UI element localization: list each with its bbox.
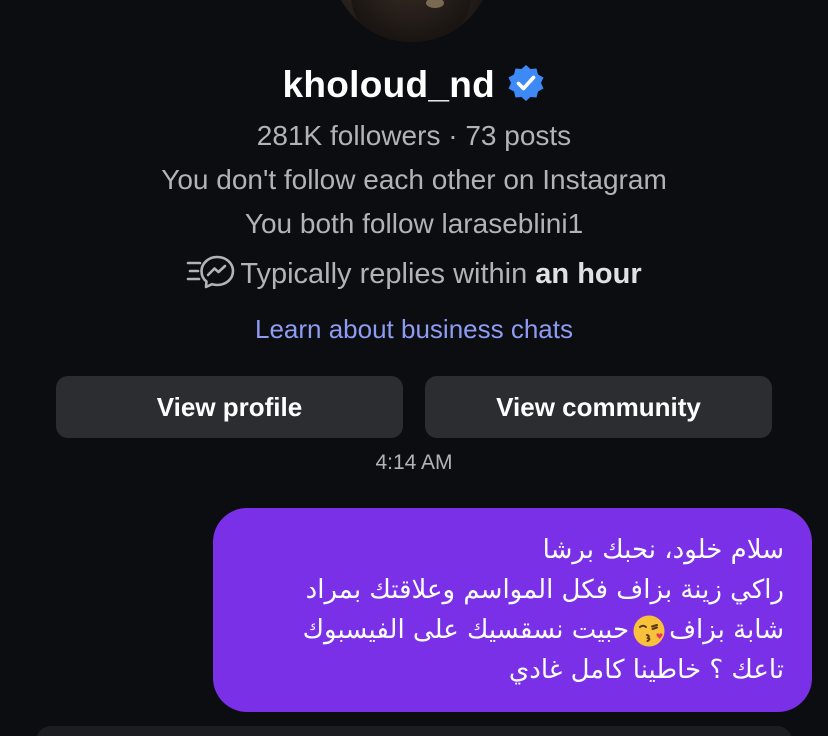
message-fragment: شابة بزاف [669,615,784,645]
view-profile-button[interactable]: View profile [56,376,403,438]
message-fragment: حبيت نسقسيك على الفيسبوك [302,615,630,645]
messenger-speed-icon [187,256,235,289]
reply-duration: an hour [535,258,642,290]
avatar-photo [351,0,471,42]
profile-avatar[interactable] [331,0,493,42]
verified-badge-icon [508,65,544,101]
message-line: راكي زينة بزاف فكل المواسم وعلاقتك بمراد [305,575,784,605]
message-line: سلام خلود، نحبك برشا [542,535,784,565]
message-line: تاعك ؟ خاطينا كامل غادي [508,655,784,685]
username-row: kholoud_nd [0,64,828,114]
learn-business-chats-link[interactable]: Learn about business chats [0,314,828,345]
follower-stats: 281K followers · 73 posts [256,120,572,151]
view-community-button[interactable]: View community [425,376,772,438]
sent-message-bubble[interactable]: سلام خلود، نحبك برشا راكي زينة بزاف فكل … [213,508,812,712]
next-message-edge [36,726,792,736]
message-line: شابة بزاف حبيت نسقسيك على الفيسبوك [235,610,784,650]
chat-screen: kholoud_nd 281K followers · 73 posts You… [0,0,828,736]
reply-prefix: Typically replies within [240,258,536,290]
username: kholoud_nd [282,64,496,105]
message-timestamp: 4:14 AM [375,451,453,474]
reply-time-info: Typically replies within an hour [0,256,828,291]
kissing-face-emoji [633,615,665,646]
mutual-follow: You both follow laraseblini1 [244,208,584,239]
follow-status: You don't follow each other on Instagram [161,164,667,195]
